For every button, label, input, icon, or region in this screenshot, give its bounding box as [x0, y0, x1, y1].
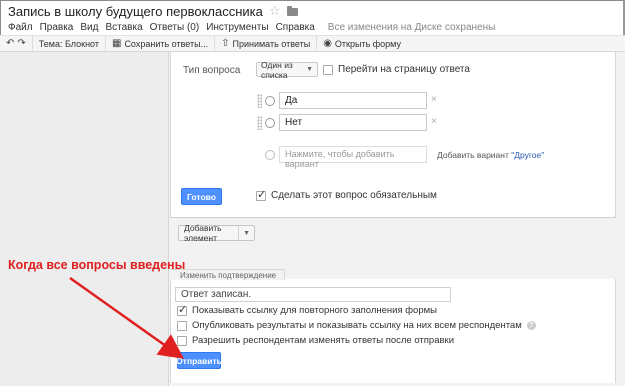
open-form-button[interactable]: ◉ Открыть форму: [317, 36, 407, 51]
open-form-label: Открыть форму: [334, 38, 401, 49]
toolbar: ↶ ↷ Тема: Блокнот ▦ Сохранить ответы... …: [0, 35, 625, 52]
menu-bar: Файл Правка Вид Вставка Ответы (0) Инстр…: [8, 20, 495, 34]
chevron-down-icon: ▼: [306, 66, 313, 73]
confirmation-message-input[interactable]: Ответ записан.: [175, 287, 451, 302]
radio-icon: [265, 96, 275, 106]
show-resubmit-checkbox[interactable]: [177, 303, 187, 316]
menu-view[interactable]: Вид: [80, 22, 98, 33]
confirmation-option[interactable]: Опубликовать результаты и показывать ссы…: [177, 320, 536, 331]
publish-results-label: Опубликовать результаты и показывать ссы…: [192, 320, 522, 331]
annotation-text: Когда все вопросы введены: [8, 258, 186, 272]
accept-answers-label: Принимать ответы: [232, 38, 311, 49]
submit-button[interactable]: Отправить: [176, 352, 222, 369]
confirmation-tab[interactable]: Изменить подтверждение: [170, 269, 286, 280]
chevron-down-icon[interactable]: ▼: [239, 230, 254, 237]
undo-redo-group: ↶ ↷: [0, 36, 33, 51]
globe-icon: ◉: [323, 38, 332, 49]
add-element-button[interactable]: Добавить элемент ▼: [178, 223, 255, 243]
radio-icon: [265, 118, 275, 128]
confirmation-option[interactable]: Показывать ссылку для повторного заполне…: [177, 303, 437, 316]
menu-edit[interactable]: Правка: [40, 22, 74, 33]
publish-results-checkbox[interactable]: [177, 320, 187, 331]
go-to-page-checkbox[interactable]: [323, 64, 333, 75]
title-bar: Запись в школу будущего первоклассника ☆: [8, 2, 298, 20]
upload-icon: ⇧: [221, 38, 230, 49]
menu-tools[interactable]: Инструменты: [206, 22, 268, 33]
option-input[interactable]: Нет: [279, 114, 427, 131]
theme-button[interactable]: Тема: Блокнот: [33, 36, 106, 51]
folder-icon[interactable]: [286, 6, 298, 16]
add-other-link[interactable]: "Другое": [511, 150, 544, 160]
theme-label: Тема: Блокнот: [38, 38, 99, 49]
drag-handle-icon[interactable]: [257, 116, 262, 130]
add-element-label: Добавить элемент: [179, 223, 240, 243]
remove-option-icon[interactable]: ×: [431, 116, 437, 127]
add-option-input[interactable]: Нажмите, чтобы добавить вариант: [279, 146, 427, 169]
menu-file[interactable]: Файл: [8, 22, 33, 33]
radio-icon: [265, 150, 275, 160]
go-to-page-option[interactable]: Перейти на страницу ответа: [323, 64, 470, 75]
save-answers-button[interactable]: ▦ Сохранить ответы...: [106, 36, 216, 51]
required-label: Сделать этот вопрос обязательным: [271, 190, 437, 201]
question-type-label: Тип вопроса: [183, 65, 241, 76]
undo-icon[interactable]: ↶: [6, 38, 14, 49]
menu-help[interactable]: Справка: [276, 22, 315, 33]
accept-answers-button[interactable]: ⇧ Принимать ответы: [215, 36, 318, 51]
help-icon[interactable]: ?: [526, 321, 536, 330]
drag-handle-icon[interactable]: [257, 94, 262, 108]
question-type-select[interactable]: Один из списка ▼: [256, 59, 318, 80]
save-answers-label: Сохранить ответы...: [124, 38, 209, 49]
menu-responses[interactable]: Ответы (0): [150, 22, 200, 33]
allow-edit-checkbox[interactable]: [177, 335, 187, 346]
add-variant-prefix: Добавить вариант: [437, 150, 512, 160]
add-other-option: Добавить вариант "Другое": [437, 150, 544, 160]
required-option[interactable]: Сделать этот вопрос обязательным: [256, 188, 437, 201]
redo-icon[interactable]: ↷: [17, 38, 25, 49]
question-type-value: Один из списка: [261, 59, 293, 80]
option-input[interactable]: Да: [279, 92, 427, 109]
document-title[interactable]: Запись в школу будущего первоклассника: [8, 4, 263, 19]
remove-option-icon[interactable]: ×: [431, 94, 437, 105]
go-to-page-label: Перейти на страницу ответа: [338, 64, 470, 75]
show-resubmit-label: Показывать ссылку для повторного заполне…: [192, 305, 437, 316]
done-button[interactable]: Готово: [181, 188, 222, 205]
allow-edit-label: Разрешить респондентам изменять ответы п…: [192, 335, 455, 346]
confirmation-option[interactable]: Разрешить респондентам изменять ответы п…: [177, 335, 454, 346]
save-status: Все изменения на Диске сохранены: [327, 21, 496, 33]
required-checkbox[interactable]: [256, 188, 266, 201]
star-icon[interactable]: ☆: [269, 3, 281, 19]
menu-insert[interactable]: Вставка: [105, 22, 142, 33]
table-icon: ▦: [111, 38, 122, 49]
